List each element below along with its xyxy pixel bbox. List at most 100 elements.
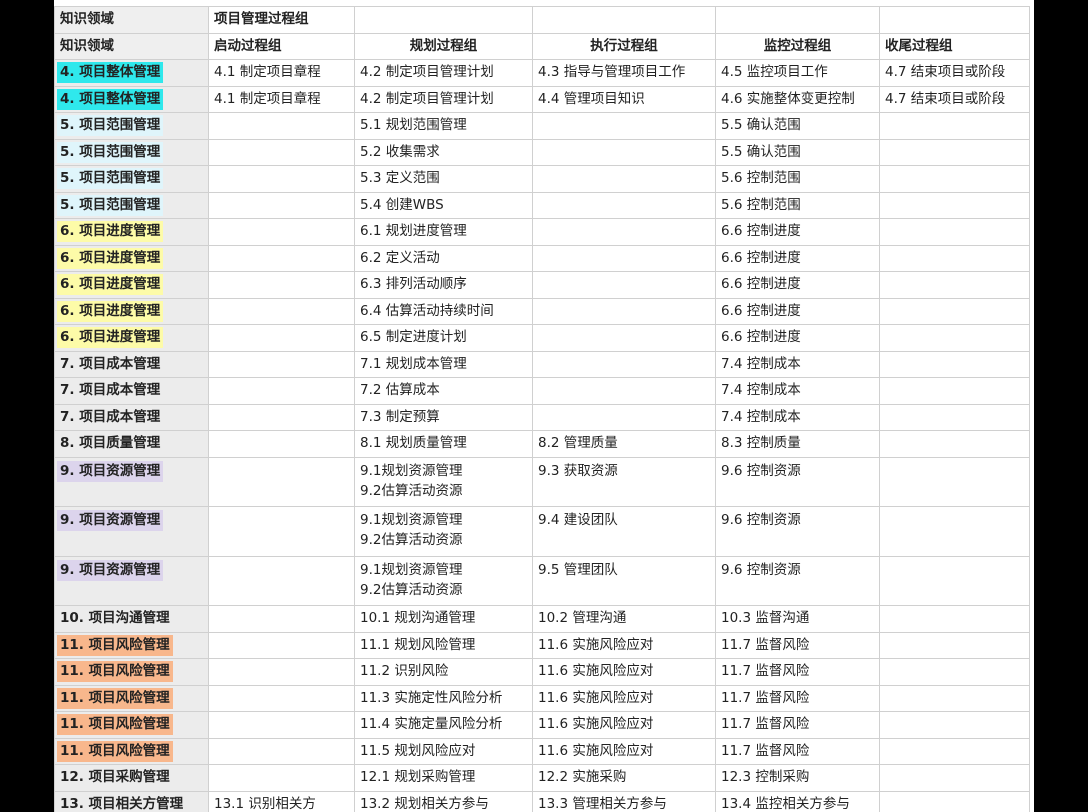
- monitoring-cell[interactable]: 6.6 控制进度: [715, 244, 880, 272]
- knowledge-area-cell[interactable]: 11. 项目风险管理: [54, 684, 209, 712]
- closing-cell[interactable]: [879, 165, 1030, 193]
- closing-cell[interactable]: [879, 324, 1030, 352]
- monitoring-cell[interactable]: 11.7 监督风险: [715, 684, 880, 712]
- initiating-cell[interactable]: [208, 658, 355, 686]
- closing-cell[interactable]: [879, 350, 1030, 378]
- knowledge-area-cell[interactable]: 5. 项目范围管理: [54, 191, 209, 219]
- knowledge-area-cell[interactable]: 9. 项目资源管理: [54, 456, 209, 507]
- initiating-cell[interactable]: [208, 555, 355, 606]
- planning-cell[interactable]: 7.2 估算成本: [354, 377, 533, 405]
- planning-cell[interactable]: 11.5 规划风险应对: [354, 737, 533, 765]
- header-cell[interactable]: [532, 6, 716, 34]
- planning-cell[interactable]: 8.1 规划质量管理: [354, 430, 533, 458]
- closing-cell[interactable]: [879, 112, 1030, 140]
- initiating-cell[interactable]: [208, 684, 355, 712]
- monitoring-cell[interactable]: 11.7 监督风险: [715, 711, 880, 739]
- initiating-cell[interactable]: [208, 377, 355, 405]
- planning-cell[interactable]: 12.1 规划采购管理: [354, 764, 533, 792]
- executing-cell[interactable]: 9.4 建设团队: [532, 506, 716, 557]
- closing-cell[interactable]: [879, 737, 1030, 765]
- header-cell[interactable]: [879, 6, 1030, 34]
- knowledge-area-cell[interactable]: 6. 项目进度管理: [54, 218, 209, 246]
- planning-cell[interactable]: 6.3 排列活动顺序: [354, 271, 533, 299]
- monitoring-cell[interactable]: 6.6 控制进度: [715, 297, 880, 325]
- initiating-cell[interactable]: [208, 324, 355, 352]
- closing-cell[interactable]: [879, 403, 1030, 431]
- knowledge-area-cell[interactable]: 10. 项目沟通管理: [54, 605, 209, 633]
- planning-cell[interactable]: 9.1规划资源管理 9.2估算活动资源: [354, 456, 533, 507]
- monitoring-cell[interactable]: 5.6 控制范围: [715, 191, 880, 219]
- initiating-cell[interactable]: [208, 711, 355, 739]
- executing-cell[interactable]: [532, 403, 716, 431]
- monitoring-cell[interactable]: 4.5 监控项目工作: [715, 59, 880, 87]
- knowledge-area-cell[interactable]: 5. 项目范围管理: [54, 138, 209, 166]
- knowledge-area-cell[interactable]: 6. 项目进度管理: [54, 297, 209, 325]
- monitoring-cell[interactable]: 4.6 实施整体变更控制: [715, 85, 880, 113]
- monitoring-cell[interactable]: 5.5 确认范围: [715, 138, 880, 166]
- executing-cell[interactable]: [532, 350, 716, 378]
- monitoring-cell[interactable]: 9.6 控制资源: [715, 456, 880, 507]
- knowledge-area-cell[interactable]: 9. 项目资源管理: [54, 555, 209, 606]
- planning-cell[interactable]: 7.3 制定预算: [354, 403, 533, 431]
- monitoring-cell[interactable]: 13.4 监控相关方参与: [715, 790, 880, 812]
- monitoring-cell[interactable]: 10.3 监督沟通: [715, 605, 880, 633]
- closing-cell[interactable]: [879, 244, 1030, 272]
- closing-cell[interactable]: [879, 377, 1030, 405]
- planning-cell[interactable]: 4.2 制定项目管理计划: [354, 59, 533, 87]
- closing-cell[interactable]: [879, 658, 1030, 686]
- closing-cell[interactable]: [879, 764, 1030, 792]
- initiating-cell[interactable]: [208, 138, 355, 166]
- monitoring-cell[interactable]: 7.4 控制成本: [715, 350, 880, 378]
- monitoring-cell[interactable]: 11.7 监督风险: [715, 737, 880, 765]
- monitoring-cell[interactable]: 6.6 控制进度: [715, 218, 880, 246]
- executing-cell[interactable]: [532, 191, 716, 219]
- executing-cell[interactable]: 8.2 管理质量: [532, 430, 716, 458]
- initiating-cell[interactable]: [208, 456, 355, 507]
- initiating-cell[interactable]: [208, 112, 355, 140]
- planning-cell[interactable]: 6.1 规划进度管理: [354, 218, 533, 246]
- knowledge-area-cell[interactable]: 4. 项目整体管理: [54, 59, 209, 87]
- knowledge-area-cell[interactable]: 11. 项目风险管理: [54, 631, 209, 659]
- monitoring-cell[interactable]: 8.3 控制质量: [715, 430, 880, 458]
- planning-cell[interactable]: 4.2 制定项目管理计划: [354, 85, 533, 113]
- executing-cell[interactable]: 9.3 获取资源: [532, 456, 716, 507]
- executing-cell[interactable]: [532, 377, 716, 405]
- planning-cell[interactable]: 6.5 制定进度计划: [354, 324, 533, 352]
- initiating-cell[interactable]: [208, 430, 355, 458]
- knowledge-area-cell[interactable]: 5. 项目范围管理: [54, 165, 209, 193]
- planning-cell[interactable]: 13.2 规划相关方参与: [354, 790, 533, 812]
- header-cell[interactable]: 知识领域: [54, 32, 209, 60]
- planning-cell[interactable]: 6.4 估算活动持续时间: [354, 297, 533, 325]
- header-cell[interactable]: 执行过程组: [532, 32, 716, 60]
- closing-cell[interactable]: [879, 271, 1030, 299]
- knowledge-area-cell[interactable]: 12. 项目采购管理: [54, 764, 209, 792]
- planning-cell[interactable]: 6.2 定义活动: [354, 244, 533, 272]
- executing-cell[interactable]: [532, 271, 716, 299]
- monitoring-cell[interactable]: 5.6 控制范围: [715, 165, 880, 193]
- closing-cell[interactable]: [879, 191, 1030, 219]
- planning-cell[interactable]: 5.3 定义范围: [354, 165, 533, 193]
- executing-cell[interactable]: 11.6 实施风险应对: [532, 631, 716, 659]
- monitoring-cell[interactable]: 6.6 控制进度: [715, 324, 880, 352]
- header-cell[interactable]: [354, 6, 533, 34]
- header-cell[interactable]: 收尾过程组: [879, 32, 1030, 60]
- monitoring-cell[interactable]: 12.3 控制采购: [715, 764, 880, 792]
- closing-cell[interactable]: [879, 631, 1030, 659]
- executing-cell[interactable]: 11.6 实施风险应对: [532, 711, 716, 739]
- executing-cell[interactable]: [532, 112, 716, 140]
- monitoring-cell[interactable]: 5.5 确认范围: [715, 112, 880, 140]
- closing-cell[interactable]: [879, 297, 1030, 325]
- header-cell[interactable]: 启动过程组: [208, 32, 355, 60]
- planning-cell[interactable]: 7.1 规划成本管理: [354, 350, 533, 378]
- initiating-cell[interactable]: [208, 271, 355, 299]
- planning-cell[interactable]: 5.1 规划范围管理: [354, 112, 533, 140]
- monitoring-cell[interactable]: 11.7 监督风险: [715, 631, 880, 659]
- initiating-cell[interactable]: [208, 297, 355, 325]
- header-cell[interactable]: [715, 6, 880, 34]
- monitoring-cell[interactable]: 7.4 控制成本: [715, 403, 880, 431]
- planning-cell[interactable]: 11.1 规划风险管理: [354, 631, 533, 659]
- knowledge-area-cell[interactable]: 8. 项目质量管理: [54, 430, 209, 458]
- monitoring-cell[interactable]: 9.6 控制资源: [715, 555, 880, 606]
- initiating-cell[interactable]: [208, 605, 355, 633]
- initiating-cell[interactable]: [208, 403, 355, 431]
